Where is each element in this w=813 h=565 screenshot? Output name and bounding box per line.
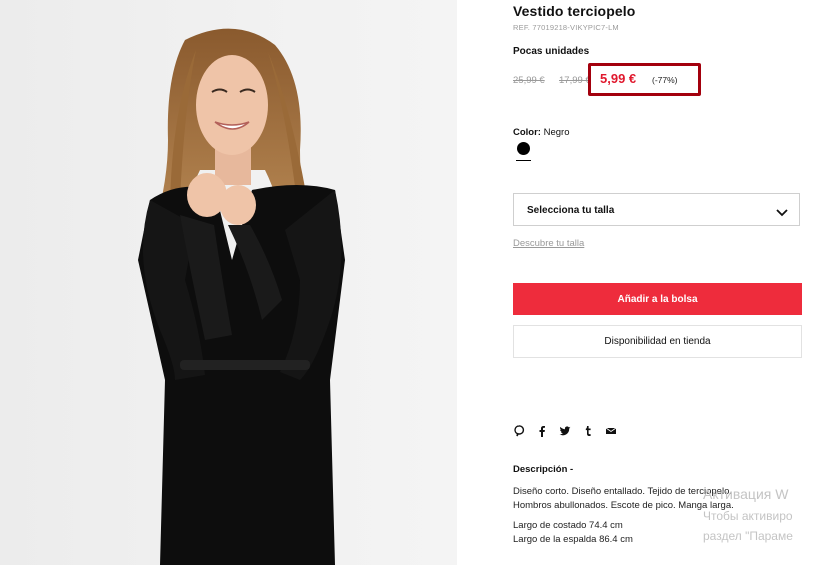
size-select[interactable]: Selecciona tu talla: [513, 193, 800, 226]
add-to-bag-button[interactable]: Añadir a la bolsa: [513, 283, 802, 315]
tumblr-icon[interactable]: [582, 424, 594, 436]
description-line-4: Largo de la espalda 86.4 cm: [513, 534, 633, 545]
email-icon[interactable]: [605, 424, 617, 436]
activation-watermark-line-1: Активация W: [703, 486, 789, 502]
activation-watermark-line-2: Чтобы активиро: [703, 509, 793, 523]
description-line-2: Hombros abullonados. Escote de pico. Man…: [513, 500, 734, 511]
stock-label: Pocas unidades: [513, 46, 590, 57]
product-title: Vestido terciopelo: [513, 3, 636, 19]
model-illustration: [138, 28, 345, 565]
original-price: 25,99 €: [513, 75, 545, 86]
product-details: Vestido terciopelo REF. 77019218-VIKYPIC…: [513, 0, 803, 565]
discount-percent: (-77%): [652, 75, 678, 85]
facebook-icon[interactable]: [536, 424, 548, 437]
previous-price: 17,99 €: [559, 75, 591, 86]
description-line-3: Largo de costado 74.4 cm: [513, 520, 623, 531]
activation-watermark-line-3: раздел "Параме: [703, 529, 793, 543]
share-icons: [513, 423, 617, 437]
size-guide-link[interactable]: Descubre tu talla: [513, 238, 584, 249]
swatch-selected-indicator: [516, 160, 531, 161]
product-photo[interactable]: [0, 0, 457, 565]
size-select-label: Selecciona tu talla: [527, 205, 615, 216]
twitter-icon[interactable]: [559, 424, 571, 436]
chevron-down-icon: [776, 205, 788, 223]
color-label: Color: Negro: [513, 127, 569, 138]
store-availability-button[interactable]: Disponibilidad en tienda: [513, 325, 802, 358]
pinterest-icon[interactable]: [513, 424, 525, 437]
description-line-1: Diseño corto. Diseño entallado. Tejido d…: [513, 486, 732, 497]
current-price: 5,99 €: [600, 71, 637, 86]
color-label-key: Color:: [513, 127, 541, 138]
product-ref: REF. 77019218-VIKYPIC7-LM: [513, 23, 619, 32]
color-value: Negro: [543, 127, 570, 138]
color-swatch-black[interactable]: [517, 142, 530, 155]
description-title: Descripción -: [513, 464, 574, 475]
